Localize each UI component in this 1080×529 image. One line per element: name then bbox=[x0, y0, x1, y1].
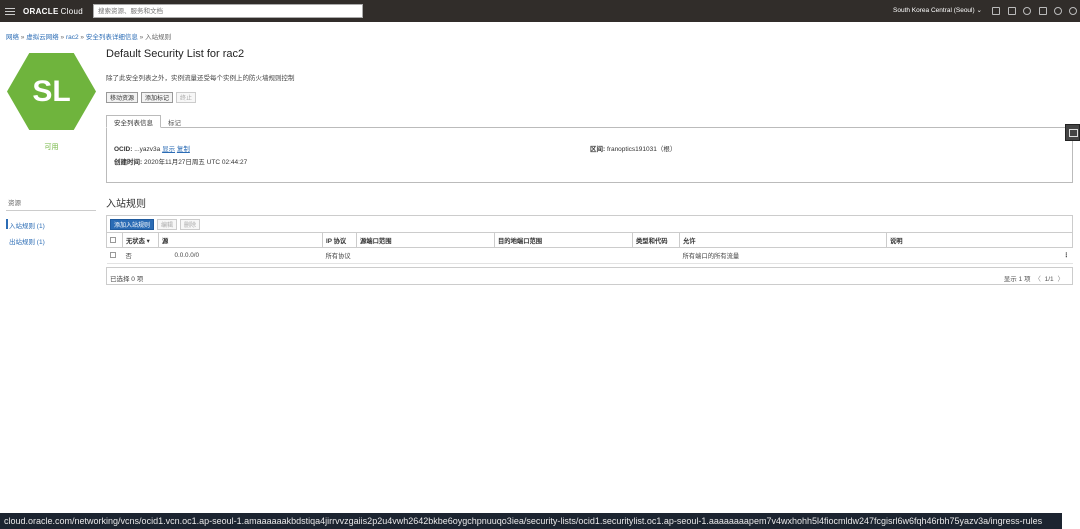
column-stateless[interactable]: 无状态 ▾ bbox=[122, 232, 159, 248]
row-checkbox[interactable] bbox=[109, 252, 116, 259]
column-allows[interactable]: 允许 bbox=[679, 232, 887, 248]
cell-destination-port bbox=[494, 247, 633, 264]
table-header-row: 无状态 ▾ 源 IP 协议 源端口范围 目的地端口范围 类型和代码 允许 说明 bbox=[106, 232, 1073, 248]
tab-security-list-info[interactable]: 安全列表信息 bbox=[106, 115, 161, 128]
page-title: Default Security List for rac2 bbox=[106, 48, 245, 60]
row-select-cell bbox=[106, 247, 123, 264]
chevron-down-icon: ⌄ bbox=[976, 7, 982, 14]
select-all-cell bbox=[106, 232, 123, 248]
column-source-port-range[interactable]: 源端口范围 bbox=[356, 232, 495, 248]
copy-ocid-link[interactable]: 复制 bbox=[177, 146, 190, 153]
column-destination-port-range[interactable]: 目的地端口范围 bbox=[494, 232, 633, 248]
column-description[interactable]: 说明 bbox=[886, 232, 1073, 248]
action-buttons: 移动资源 添加标记 终止 bbox=[106, 92, 197, 103]
showing-count: 显示 1 项 bbox=[1003, 276, 1031, 283]
bell-icon[interactable] bbox=[1008, 7, 1016, 15]
breadcrumb-rac2[interactable]: rac2 bbox=[66, 34, 79, 41]
cloud-shell-icon[interactable] bbox=[992, 7, 1000, 15]
top-bar: ORACLECloud South Korea Central (Seoul) … bbox=[0, 0, 1080, 22]
feedback-icon[interactable] bbox=[1065, 124, 1080, 141]
column-source[interactable]: 源 bbox=[158, 232, 323, 248]
pagination: 显示 1 项 〈 1/1 〉 bbox=[1004, 273, 1066, 283]
globe-icon[interactable] bbox=[1054, 7, 1062, 15]
next-page-icon[interactable]: 〉 bbox=[1058, 276, 1065, 283]
divider bbox=[6, 210, 96, 211]
status-label: 可用 bbox=[44, 144, 59, 151]
breadcrumb-security-list-details[interactable]: 安全列表详细信息 bbox=[86, 34, 138, 41]
search-input[interactable] bbox=[92, 4, 363, 18]
breadcrumb: 网络 » 虚拟云网络 » rac2 » 安全列表详细信息 » 入站规则 bbox=[6, 34, 172, 41]
cell-type-code bbox=[632, 247, 680, 264]
region-selector[interactable]: South Korea Central (Seoul) ⌄ bbox=[893, 6, 982, 14]
created-row: 创建时间: 2020年11月27日周五 UTC 02:44:27 bbox=[114, 159, 248, 166]
created-value: 2020年11月27日周五 UTC 02:44:27 bbox=[143, 159, 248, 166]
ocid-row: OCID: ...yazv3a 显示 复制 bbox=[114, 146, 190, 153]
cell-allows: 所有端口的所有流量 bbox=[679, 247, 887, 264]
resources-heading: 资源 bbox=[8, 200, 21, 207]
table-row: 否 0.0.0.0/0 所有协议 所有端口的所有流量 ⋮ bbox=[106, 247, 1073, 264]
cell-stateless: 否 bbox=[122, 247, 159, 264]
cell-source: 0.0.0.0/0 bbox=[158, 247, 323, 264]
cell-description: ⋮ bbox=[886, 247, 1073, 264]
ocid-value: ...yazv3a bbox=[134, 146, 161, 153]
page-description: 除了此安全列表之外，实例流量还受每个实例上的防火墙规则控制 bbox=[106, 75, 295, 82]
sort-icon: ▾ bbox=[146, 237, 150, 245]
column-type-and-code[interactable]: 类型和代码 bbox=[632, 232, 680, 248]
breadcrumb-vcn[interactable]: 虚拟云网络 bbox=[26, 34, 59, 41]
oracle-cloud-logo[interactable]: ORACLE Cloud bbox=[23, 7, 83, 16]
add-tags-button[interactable]: 添加标记 bbox=[141, 92, 174, 103]
row-actions-menu-icon[interactable]: ⋮ bbox=[1063, 252, 1069, 259]
status-url-bar: cloud.oracle.com/networking/vcns/ocid1.v… bbox=[0, 513, 1062, 529]
select-all-checkbox[interactable] bbox=[110, 236, 116, 243]
edit-button[interactable]: 编辑 bbox=[157, 218, 178, 230]
breadcrumb-networking[interactable]: 网络 bbox=[6, 34, 19, 41]
cell-protocol: 所有协议 bbox=[322, 247, 357, 264]
chat-icon[interactable] bbox=[1039, 7, 1047, 15]
compartment-value: franoptics191031（根） bbox=[606, 146, 677, 153]
help-icon[interactable] bbox=[1023, 7, 1031, 15]
sidebar-item-egress-rules[interactable]: 出站规则 (1) bbox=[9, 236, 45, 246]
selection-count: 已选择 0 项 bbox=[110, 276, 144, 283]
show-ocid-link[interactable]: 显示 bbox=[162, 146, 175, 153]
terminate-button[interactable]: 终止 bbox=[176, 92, 197, 103]
table-toolbar: 添加入站规则 编辑 删除 bbox=[106, 215, 1073, 232]
info-panel: OCID: ...yazv3a 显示 复制 创建时间: 2020年11月27日周… bbox=[106, 127, 1073, 183]
ingress-rules-table: 无状态 ▾ 源 IP 协议 源端口范围 目的地端口范围 类型和代码 允许 说明 … bbox=[106, 232, 1073, 264]
breadcrumb-current: 入站规则 bbox=[145, 34, 172, 41]
move-resource-button[interactable]: 移动资源 bbox=[106, 92, 139, 103]
table-footer: 已选择 0 项 显示 1 项 〈 1/1 〉 bbox=[106, 267, 1073, 285]
compartment-row: 区间: franoptics191031（根） bbox=[590, 146, 677, 153]
add-ingress-rules-button[interactable]: 添加入站规则 bbox=[110, 218, 155, 230]
section-title: 入站规则 bbox=[106, 199, 146, 210]
user-profile-icon[interactable] bbox=[1069, 7, 1077, 15]
active-indicator bbox=[6, 219, 8, 229]
hamburger-menu-icon[interactable] bbox=[5, 7, 15, 15]
column-ip-protocol[interactable]: IP 协议 bbox=[322, 232, 357, 248]
cell-source-port bbox=[356, 247, 495, 264]
resource-badge: SL bbox=[7, 53, 96, 130]
prev-page-icon[interactable]: 〈 bbox=[1034, 276, 1041, 283]
page-indicator: 1/1 bbox=[1044, 276, 1054, 283]
delete-button[interactable]: 删除 bbox=[180, 218, 201, 230]
sidebar-item-ingress-rules[interactable]: 入站规则 (1) bbox=[9, 220, 45, 230]
